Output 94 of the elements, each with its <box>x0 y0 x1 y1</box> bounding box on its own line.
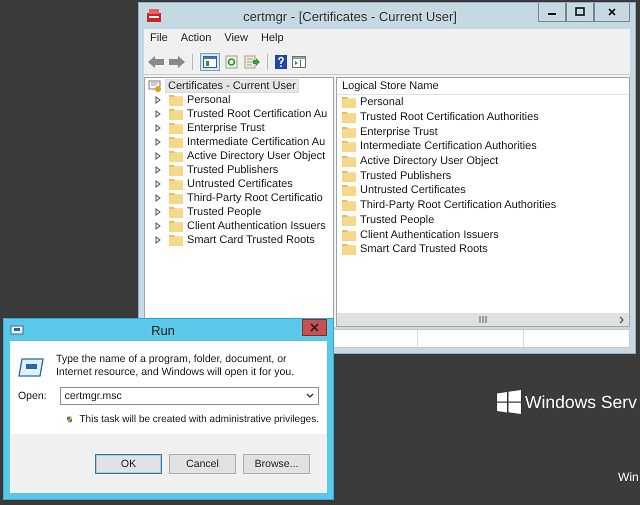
folder-icon <box>169 164 183 176</box>
folder-icon <box>169 122 183 134</box>
list-item[interactable]: Third-Party Root Certification Authorities <box>360 199 556 212</box>
menu-item[interactable]: File <box>150 32 168 47</box>
tree-item[interactable]: Personal <box>187 94 230 106</box>
list-item[interactable]: Enterprise Trust <box>360 126 438 138</box>
tree-item[interactable]: Trusted People <box>187 206 262 218</box>
description-text: Type the name of a program, folder, document, or Internet resource, and Windows will open it for you. <box>56 353 296 379</box>
expander-icon[interactable] <box>154 194 162 202</box>
column-header[interactable]: Logical Store Name <box>337 78 629 95</box>
menu-item[interactable]: Action <box>180 32 212 47</box>
expander-icon[interactable] <box>154 110 162 118</box>
folder-icon <box>342 170 356 182</box>
refresh-icon[interactable] <box>225 55 239 69</box>
tree-item[interactable]: Smart Card Trusted Roots <box>187 234 315 246</box>
folder-icon <box>342 214 356 226</box>
certificate-store-icon <box>148 80 162 92</box>
windows-logo-icon <box>497 390 521 414</box>
list-item[interactable]: Active Directory User Object <box>360 155 498 168</box>
folder-icon <box>169 206 183 218</box>
folder-icon <box>342 228 356 241</box>
folder-icon <box>342 126 356 138</box>
console-tree-button[interactable] <box>200 53 220 71</box>
folder-icon <box>342 111 356 124</box>
tree-item[interactable]: Client Authentication Issuers <box>187 220 326 232</box>
dialog-button[interactable]: OK <box>95 454 162 474</box>
folder-icon <box>169 150 183 162</box>
expander-icon[interactable] <box>154 166 162 174</box>
tree-item[interactable]: Enterprise Trust <box>187 122 265 134</box>
list-item[interactable]: Trusted People <box>360 214 434 226</box>
forward-arrow-icon[interactable] <box>169 56 185 68</box>
action-pane-icon[interactable] <box>292 56 306 68</box>
tree-item[interactable]: Trusted Publishers <box>187 164 278 176</box>
maximize-button[interactable] <box>566 3 594 22</box>
minimize-button[interactable] <box>538 3 566 22</box>
certificate-manager-icon <box>146 9 162 23</box>
tree-item[interactable]: Trusted Root Certification Au <box>187 108 328 120</box>
open-label: Open: <box>18 390 47 402</box>
desktop-text: Win <box>618 470 639 484</box>
dialog-button[interactable]: Cancel <box>169 454 236 474</box>
tree-item[interactable]: Active Directory User Object <box>187 150 326 162</box>
expander-icon[interactable] <box>154 152 162 160</box>
scrollbar-grip-icon[interactable] <box>479 316 487 323</box>
window-title: certmgr - [Certificates - Current User] <box>242 8 458 24</box>
tree-item[interactable]: Certificates - Current User <box>165 79 299 93</box>
dialog-title: Run <box>150 322 176 338</box>
help-icon[interactable] <box>275 55 287 69</box>
list-item[interactable]: Trusted Publishers <box>360 170 452 182</box>
list-item[interactable]: Untrusted Certificates <box>360 184 466 196</box>
expander-icon[interactable] <box>154 208 162 216</box>
folder-icon <box>169 94 183 106</box>
expander-icon[interactable] <box>154 96 162 104</box>
menu-item[interactable]: Help <box>260 32 284 47</box>
horizontal-scrollbar[interactable] <box>337 313 629 326</box>
scroll-right-icon[interactable] <box>619 316 625 324</box>
folder-icon <box>169 178 183 190</box>
back-arrow-icon[interactable] <box>148 56 164 68</box>
folder-icon <box>169 136 183 148</box>
folder-icon <box>169 108 183 120</box>
expander-icon[interactable] <box>154 138 162 146</box>
tree-item[interactable]: Intermediate Certification Au <box>187 136 326 148</box>
expander-icon[interactable] <box>154 236 162 244</box>
close-button[interactable] <box>594 3 630 22</box>
folder-icon <box>342 155 356 168</box>
maximize-icon <box>575 7 585 17</box>
export-list-icon[interactable] <box>244 55 260 69</box>
menu-item[interactable]: View <box>224 32 248 47</box>
run-icon <box>18 357 44 377</box>
dialog-button[interactable]: Browse... <box>243 454 310 474</box>
folder-icon <box>169 234 183 246</box>
expander-icon[interactable] <box>154 222 162 230</box>
open-combobox[interactable]: certmgr.msc <box>60 387 319 405</box>
dropdown-caret-icon[interactable] <box>306 393 314 399</box>
tree-item[interactable]: Untrusted Certificates <box>187 178 293 190</box>
list-item[interactable]: Smart Card Trusted Roots <box>360 243 488 256</box>
folder-icon <box>342 199 356 212</box>
folder-icon <box>342 243 356 256</box>
run-icon <box>10 325 24 335</box>
close-icon <box>310 323 319 332</box>
admin-note: This task will be created with administrative privileges. <box>79 414 319 425</box>
tree-item[interactable]: Third-Party Root Certificatio <box>187 192 323 204</box>
folder-icon <box>169 192 183 204</box>
list-item[interactable]: Personal <box>360 96 404 108</box>
expander-icon[interactable] <box>154 124 162 132</box>
folder-icon <box>169 220 183 232</box>
list-item[interactable]: Trusted Root Certification Authorities <box>360 111 539 124</box>
expander-icon[interactable] <box>154 180 162 188</box>
folder-icon <box>342 184 356 196</box>
branding-text: Windows Serv <box>525 392 637 412</box>
folder-icon <box>342 96 356 108</box>
list-item[interactable]: Intermediate Certification Authorities <box>360 140 537 152</box>
close-icon <box>607 7 617 17</box>
folder-icon <box>342 140 356 152</box>
list-item[interactable]: Client Authentication Issuers <box>360 228 499 241</box>
